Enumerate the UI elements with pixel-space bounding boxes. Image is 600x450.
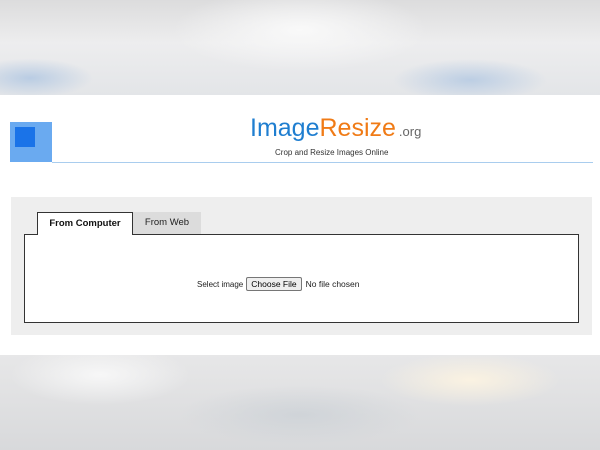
brand-resize-text: Resize (319, 114, 396, 142)
upload-area: From Computer From Web Select image Choo… (11, 197, 592, 335)
brand-image-text: Image (250, 114, 320, 142)
choose-file-button[interactable]: Choose File (246, 277, 302, 291)
header-divider (52, 162, 593, 163)
file-select-row: Select image Choose File No file chosen (197, 277, 359, 291)
tab-from-computer[interactable]: From Computer (37, 212, 133, 235)
logo-square-icon[interactable] (10, 122, 52, 162)
site-header: ImageResize .org Crop and Resize Images O… (0, 95, 600, 165)
tab-panel-from-computer: Select image Choose File No file chosen (24, 234, 579, 323)
logo-inner-square (15, 127, 35, 147)
page: ImageResize .org Crop and Resize Images O… (0, 95, 600, 355)
site-logo-text[interactable]: ImageResize .org (250, 116, 421, 141)
site-tagline: Crop and Resize Images Online (275, 148, 389, 157)
blurred-background-top (0, 0, 600, 95)
tab-from-web[interactable]: From Web (133, 212, 201, 234)
blurred-background-bottom (0, 355, 600, 450)
select-image-label: Select image (197, 279, 244, 289)
file-status-text: No file chosen (305, 279, 360, 289)
brand-org-text: .org (398, 124, 422, 139)
